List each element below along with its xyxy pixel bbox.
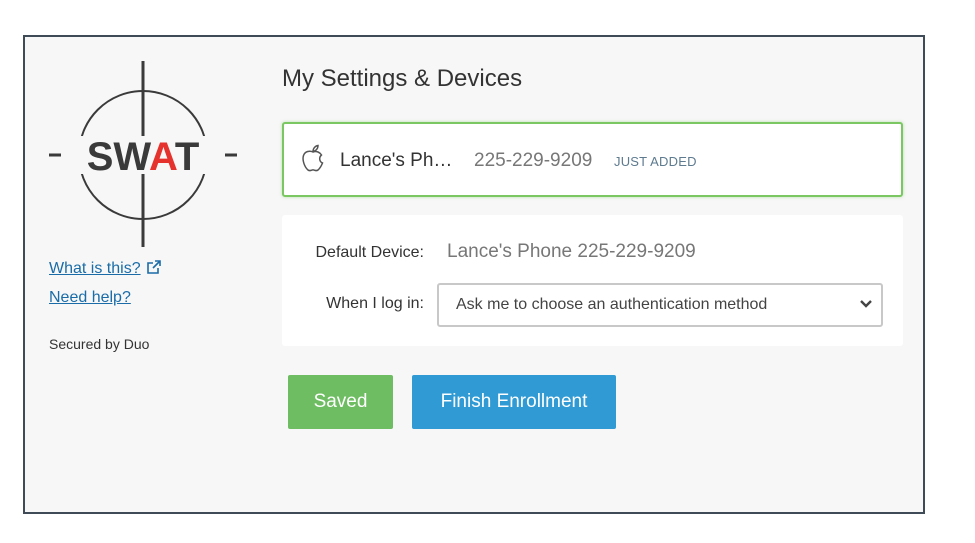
login-method-label: When I log in: xyxy=(326,295,424,312)
saved-button[interactable]: Saved xyxy=(288,375,393,429)
device-name: Lance's Ph… xyxy=(340,150,453,171)
chevron-down-icon xyxy=(860,300,872,308)
default-device-value: Lance's Phone 225-229-9209 xyxy=(447,241,696,262)
external-link-icon xyxy=(146,260,161,274)
just-added-badge: JUST ADDED xyxy=(614,154,697,169)
page-title: My Settings & Devices xyxy=(282,65,523,92)
enrollment-frame: SWAT What is this? Need help? Secured by… xyxy=(23,35,925,514)
login-method-select[interactable]: Ask me to choose an authentication metho… xyxy=(437,283,883,327)
apple-icon xyxy=(302,144,324,172)
settings-card: Default Device: Lance's Phone 225-229-92… xyxy=(282,215,903,346)
login-method-selected: Ask me to choose an authentication metho… xyxy=(456,296,768,313)
logo-text: SWAT xyxy=(87,135,200,179)
device-number: 225-229-9209 xyxy=(474,150,593,171)
secured-by-text: Secured by Duo xyxy=(49,336,150,352)
need-help-link[interactable]: Need help? xyxy=(49,289,131,307)
swat-logo: SWAT xyxy=(49,61,237,247)
what-is-this-label: What is this? xyxy=(49,260,141,277)
default-device-label: Default Device: xyxy=(315,244,425,261)
what-is-this-link[interactable]: What is this? xyxy=(49,260,161,278)
finish-enrollment-button[interactable]: Finish Enrollment xyxy=(412,375,616,429)
device-card[interactable]: Lance's Ph… 225-229-9209 JUST ADDED xyxy=(282,122,903,197)
